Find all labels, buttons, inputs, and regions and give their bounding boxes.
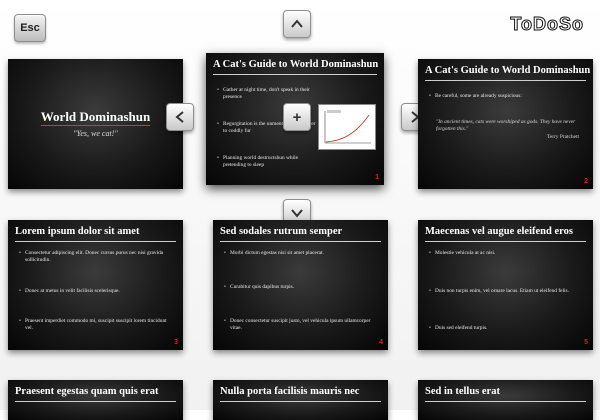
slide-1-title: A Cat's Guide to World Dominashun [213,59,378,75]
list-item: Duis non turpis enim, vel ornare lacus. … [429,288,585,295]
list-item: Gather at night time, don't speak in the… [217,87,316,101]
slide-2[interactable]: A Cat's Guide to World Dominashun Be car… [418,59,593,189]
list-item: Duis sed eleifend turpis. [429,325,585,332]
slide-5-title: Maecenas vel augue eleifend eros [425,226,586,242]
arrow-up-button[interactable] [283,10,311,38]
slide-6[interactable]: Praesent egestas quam quis erat [8,380,183,420]
slide-3-bullets: Consectetur adipiscing elit. Donec cursu… [19,250,175,332]
slide-2-bullets: Be careful, some are already suspicious: [429,93,585,100]
plus-icon: + [292,108,302,126]
slide-2-quote: "In ancient times, cats were worshiped a… [436,119,576,132]
escape-key-button[interactable]: Esc [14,14,46,42]
slide-5-bullets: Molestie vehicula at ac nisi. Duis non t… [429,250,585,332]
slide-1-number: 1 [375,174,379,181]
slide-8[interactable]: Sed in tellus erat [418,380,593,420]
slide-6-title: Praesent egestas quam quis erat [15,386,176,402]
list-item: Donec consectetur suscipit justo, vel ve… [224,318,380,332]
list-item: Donec at metus in velit facilisis sceler… [19,288,175,295]
list-item: Consectetur adipiscing elit. Donec cursu… [19,250,175,264]
list-item: Praesent imperdiet commodo mi, suscipit … [19,318,175,332]
list-item: Molestie vehicula at ac nisi. [429,250,585,257]
slide-7-title: Nulla porta facilisis mauris nec [220,386,381,402]
todoso-logo: ToDoSo [510,14,584,35]
arrow-left-button[interactable] [166,103,194,131]
slide-4-number: 4 [379,339,383,346]
slide-2-title: A Cat's Guide to World Dominashun [425,65,590,81]
arrow-left-icon [175,111,184,123]
list-item: Morbi dictum egestas nisi sit amet place… [224,250,380,257]
slide-4[interactable]: Sed sodales rutrum semper Morbi dictum e… [213,220,388,350]
slide-title-card[interactable]: World Dominashun "Yes, we cat!" [8,59,183,189]
slide-5-number: 5 [584,339,588,346]
slide-3[interactable]: Lorem ipsum dolor sit amet Consectetur a… [8,220,183,350]
slide-1-chart-thumbnail [318,104,376,150]
slide-3-number: 3 [174,339,178,346]
arrow-down-icon [291,209,303,218]
slide-2-attribution: Terry Pratchett [546,134,579,140]
arrow-up-icon [291,19,303,28]
slide-0-subtitle: "Yes, we cat!" [73,129,118,138]
list-item: Planning world destructshun while preten… [217,155,316,169]
slide-7[interactable]: Nulla porta facilisis mauris nec [213,380,388,420]
add-slide-button[interactable]: + [283,103,311,131]
list-item: Curabitur quis dapibus turpis. [224,284,380,291]
slide-2-number: 2 [584,178,588,185]
slide-4-bullets: Morbi dictum egestas nisi sit amet place… [224,250,380,332]
list-item: Be careful, some are already suspicious: [429,93,585,100]
slide-8-title: Sed in tellus erat [425,386,586,402]
slide-0-title: World Dominashun [40,109,151,126]
slide-3-title: Lorem ipsum dolor sit amet [15,226,176,242]
slide-4-title: Sed sodales rutrum semper [220,226,381,242]
slide-5[interactable]: Maecenas vel augue eleifend eros Molesti… [418,220,593,350]
